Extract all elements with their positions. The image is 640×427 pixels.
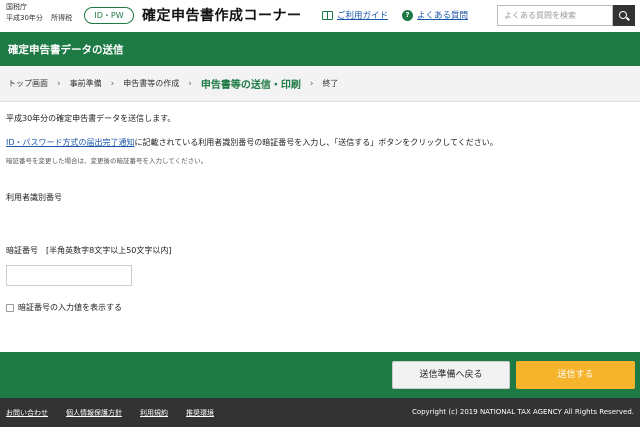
breadcrumb-item-prep: 事前準備: [69, 79, 102, 88]
show-password-option[interactable]: 暗証番号の入力値を表示する: [6, 302, 122, 313]
faq-link[interactable]: ? よくある質問: [402, 9, 468, 21]
back-button[interactable]: 送信準備へ戻る: [392, 361, 510, 389]
guide-link[interactable]: ご利用ガイド: [322, 9, 388, 21]
show-password-checkbox[interactable]: [6, 303, 14, 312]
notification-link[interactable]: ID・パスワード方式の届出完了通知: [6, 138, 135, 147]
breadcrumb-item-end: 終了: [322, 79, 339, 88]
password-change-note: 暗証番号を変更した場合は、変更後の暗証番号を入力してください。: [6, 157, 208, 165]
footer-link-terms[interactable]: 利用規約: [140, 408, 168, 418]
breadcrumb-separator: ›: [188, 78, 192, 89]
password-label: 暗証番号 [半角英数字8文字以上50文字以内]: [6, 246, 172, 255]
breadcrumb-separator: ›: [309, 78, 314, 89]
app-title: 確定申告書作成コーナー: [142, 8, 302, 24]
footer: お問い合わせ 個人情報保護方針 利用規約 推奨環境 Copyright (c) …: [0, 398, 640, 427]
search-icon: [619, 10, 627, 19]
breadcrumb-item-top: トップ画面: [8, 79, 48, 88]
footer-link-privacy[interactable]: 個人情報保護方針: [66, 408, 122, 418]
page-title: 確定申告書データの送信: [8, 44, 124, 56]
question-icon: ?: [402, 9, 413, 21]
faq-link-label: よくある質問: [417, 11, 469, 21]
page-title-band: 確定申告書データの送信: [0, 32, 640, 66]
header: 国税庁 平成30年分 所得税 ID・PW 確定申告書作成コーナー ご利用ガイド …: [0, 0, 640, 32]
send-button[interactable]: 送信する: [516, 361, 635, 389]
tax-year: 平成30年分: [6, 14, 43, 22]
user-id-label: 利用者識別番号: [6, 193, 62, 202]
breadcrumb-separator: ›: [110, 78, 115, 89]
show-password-label: 暗証番号の入力値を表示する: [18, 303, 122, 312]
password-input[interactable]: [6, 265, 132, 286]
action-bar: 送信準備へ戻る 送信する: [0, 352, 640, 398]
agency-info: 国税庁 平成30年分 所得税: [6, 2, 72, 24]
agency-name: 国税庁: [6, 3, 27, 11]
breadcrumb: トップ画面 › 事前準備 › 申告書等の作成 › 申告書等の送信・印刷 › 終了: [0, 66, 640, 102]
intro-text: 平成30年分の確定申告書データを送信します。: [6, 114, 176, 123]
book-icon: [322, 10, 333, 20]
instruction-rest: に記載されている利用者識別番号の暗証番号を入力し、「送信する」ボタンをクリックし…: [134, 138, 498, 147]
instruction-text: ID・パスワード方式の届出完了通知に記載されている利用者識別番号の暗証番号を入力…: [6, 137, 498, 148]
search-button[interactable]: [613, 5, 635, 26]
breadcrumb-separator: ›: [57, 78, 61, 89]
breadcrumb-item-create: 申告書等の作成: [123, 79, 180, 88]
copyright: Copyright (c) 2019 NATIONAL TAX AGENCY A…: [411, 408, 634, 416]
breadcrumb-item-send-print: 申告書等の送信・印刷: [200, 80, 301, 91]
footer-link-environment[interactable]: 推奨環境: [186, 408, 214, 418]
tax-type: 所得税: [51, 14, 73, 22]
id-pw-badge: ID・PW: [84, 7, 134, 24]
search-input[interactable]: [497, 5, 613, 26]
footer-link-contact[interactable]: お問い合わせ: [6, 408, 48, 418]
guide-link-label: ご利用ガイド: [337, 11, 389, 21]
